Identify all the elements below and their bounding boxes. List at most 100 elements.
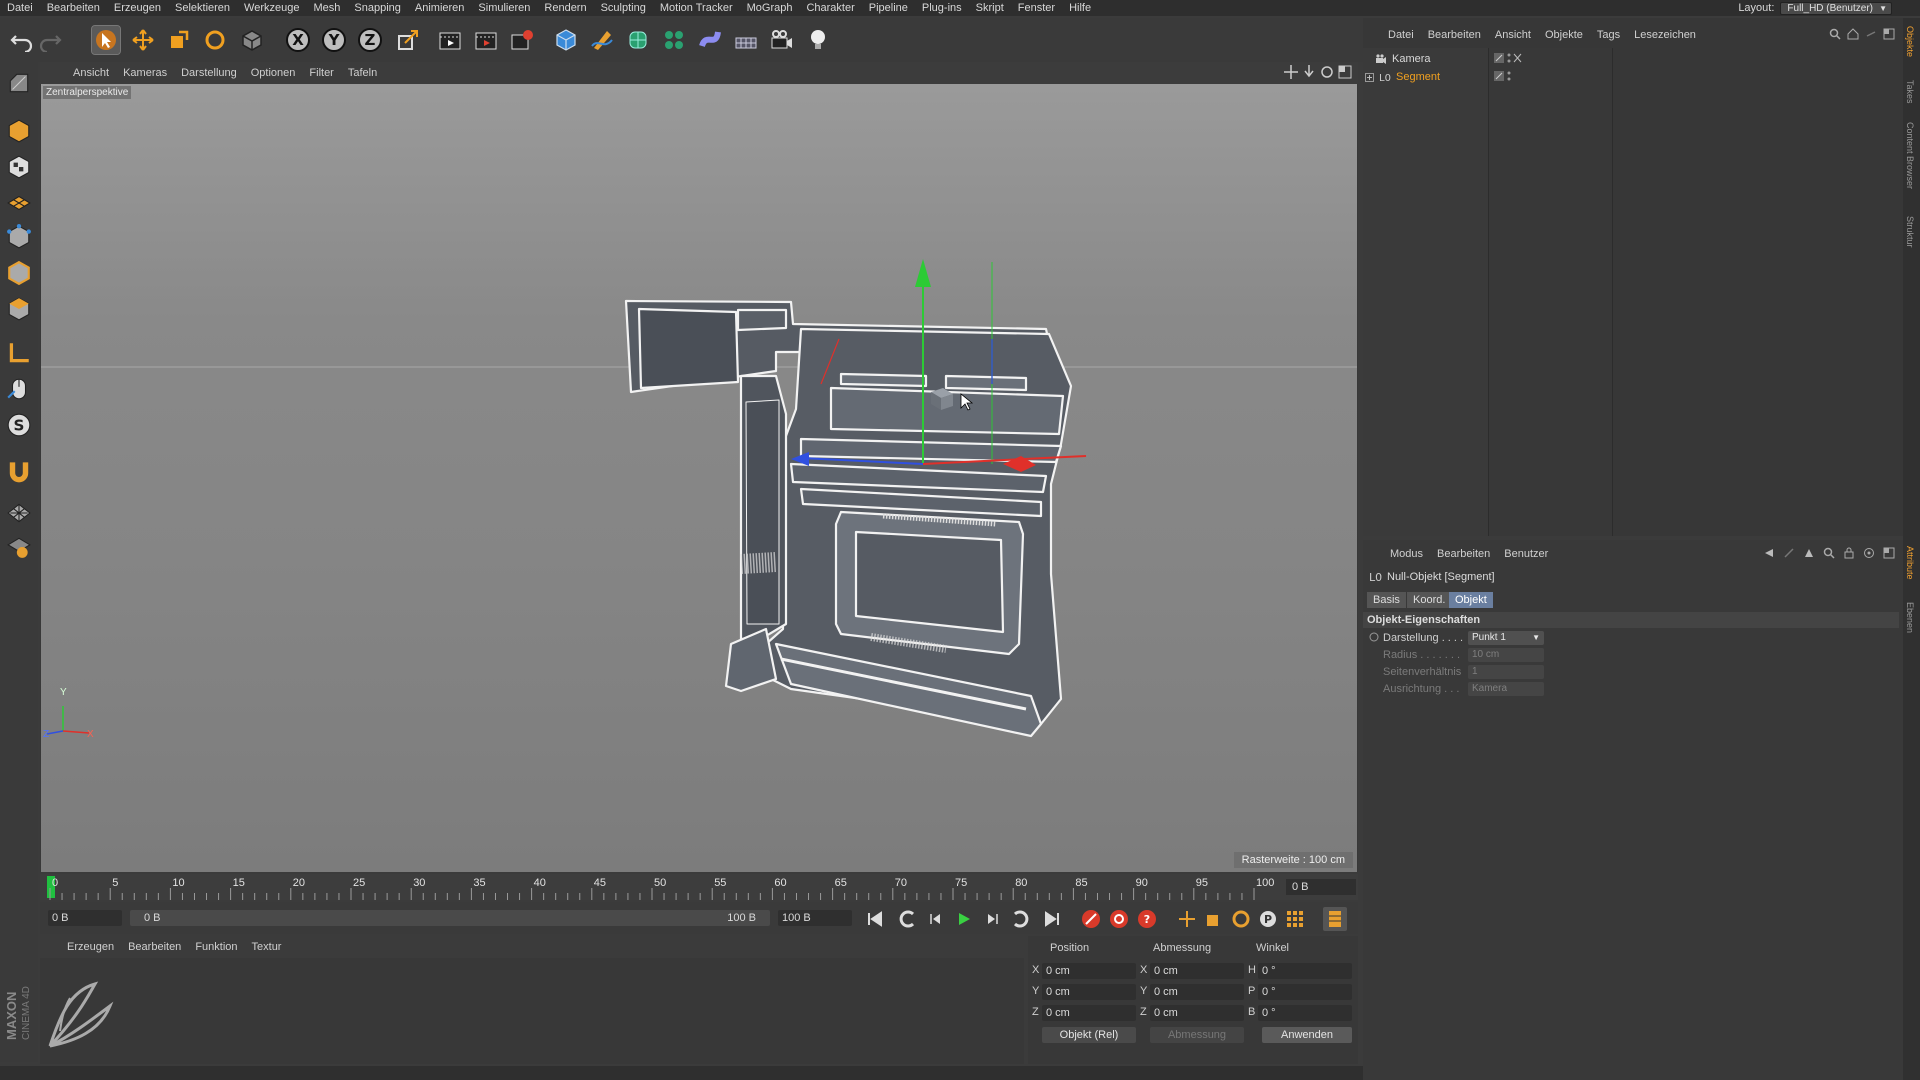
- auto-keying-icon[interactable]: [1107, 907, 1131, 931]
- keyframe-selection-icon[interactable]: ?: [1135, 907, 1159, 931]
- menu-hilfe[interactable]: Hilfe: [1062, 2, 1098, 14]
- menu-animieren[interactable]: Animieren: [408, 2, 472, 14]
- end-frame-field[interactable]: 100 B: [778, 910, 852, 926]
- menu-selektieren[interactable]: Selektieren: [168, 2, 237, 14]
- vp-menu-darstellung[interactable]: Darstellung: [174, 67, 244, 79]
- model-mode-icon[interactable]: [4, 116, 34, 146]
- back-arrow-icon[interactable]: [1763, 547, 1775, 559]
- rotate-icon[interactable]: [201, 26, 229, 54]
- forward-arrow-icon[interactable]: [1783, 547, 1795, 559]
- select-live-icon[interactable]: [91, 25, 121, 55]
- size-x-field[interactable]: 0 cm: [1150, 963, 1244, 979]
- key-position-icon[interactable]: [1175, 907, 1199, 931]
- am-menu-modus[interactable]: Modus: [1383, 548, 1430, 560]
- menu-sculpting[interactable]: Sculpting: [594, 2, 653, 14]
- up-arrow-icon[interactable]: [1803, 547, 1815, 559]
- om-new-window-icon[interactable]: [1883, 28, 1895, 40]
- layout-select[interactable]: Full_HD (Benutzer) ▼: [1780, 1, 1892, 15]
- mat-menu-textur[interactable]: Textur: [245, 941, 289, 953]
- record-keys-icon[interactable]: [1079, 907, 1103, 931]
- tab-basis[interactable]: Basis: [1367, 592, 1406, 608]
- sidetab-content-browser[interactable]: Content Browser: [1905, 122, 1915, 189]
- pen-icon[interactable]: [588, 26, 616, 54]
- sidetab-attribute[interactable]: Attribute: [1905, 546, 1915, 580]
- start-frame-field[interactable]: 0 B: [48, 910, 122, 926]
- previous-frame-icon[interactable]: [924, 907, 948, 931]
- render-view-icon[interactable]: [436, 26, 464, 54]
- current-frame-field[interactable]: 0 B: [1286, 879, 1356, 895]
- angle-p-field[interactable]: 0 °: [1258, 984, 1352, 1000]
- go-to-start-icon[interactable]: [863, 907, 887, 931]
- coord-size-select[interactable]: Abmessung: [1150, 1027, 1244, 1043]
- om-menu-bearbeiten[interactable]: Bearbeiten: [1421, 29, 1488, 41]
- om-menu-objekte[interactable]: Objekte: [1538, 29, 1590, 41]
- kamera-visibility-icon[interactable]: [1493, 52, 1523, 64]
- lock-workplane-icon[interactable]: [4, 532, 34, 562]
- angle-b-field[interactable]: 0 °: [1258, 1005, 1352, 1021]
- maximize-view-icon[interactable]: [1338, 65, 1352, 79]
- menu-skript[interactable]: Skript: [969, 2, 1011, 14]
- vp-menu-optionen[interactable]: Optionen: [244, 67, 303, 79]
- edges-mode-icon[interactable]: [4, 258, 34, 288]
- cube-icon[interactable]: [552, 26, 580, 54]
- vp-menu-tafeln[interactable]: Tafeln: [341, 67, 384, 79]
- vp-menu-filter[interactable]: Filter: [302, 67, 340, 79]
- size-z-field[interactable]: 0 cm: [1150, 1005, 1244, 1021]
- am-target-icon[interactable]: [1863, 547, 1875, 559]
- animate-darstellung-icon[interactable]: [1369, 632, 1379, 642]
- object-row-segment[interactable]: L0 Segment: [1365, 68, 1440, 86]
- subdivision-icon[interactable]: [624, 26, 652, 54]
- next-key-icon[interactable]: [1008, 907, 1032, 931]
- size-y-field[interactable]: 0 cm: [1150, 984, 1244, 1000]
- key-parameter-icon[interactable]: P: [1256, 907, 1280, 931]
- snapping-icon[interactable]: S: [4, 410, 34, 440]
- expand-icon[interactable]: [1365, 72, 1374, 82]
- go-to-end-icon[interactable]: [1040, 907, 1064, 931]
- move-icon[interactable]: [129, 26, 157, 54]
- position-x-field[interactable]: 0 cm: [1042, 963, 1136, 979]
- range-slider[interactable]: 0 B 100 B: [130, 910, 770, 926]
- om-menu-lesezeichen[interactable]: Lesezeichen: [1627, 29, 1703, 41]
- coord-mode-select[interactable]: Objekt (Rel): [1042, 1027, 1136, 1043]
- menu-charakter[interactable]: Charakter: [799, 2, 861, 14]
- menu-werkzeuge[interactable]: Werkzeuge: [237, 2, 306, 14]
- tab-koord[interactable]: Koord.: [1407, 592, 1452, 608]
- menu-mograph[interactable]: MoGraph: [740, 2, 800, 14]
- timeline[interactable]: 0 5 10 15 20 25 30 35 40 45 50 55 60 65 70 75 80 85 90 95 10…: [40, 874, 1358, 900]
- sidetab-objekte[interactable]: Objekte: [1905, 26, 1915, 57]
- apply-button[interactable]: Anwenden: [1262, 1027, 1352, 1043]
- x-axis-icon[interactable]: X: [284, 26, 312, 54]
- floor-icon[interactable]: [732, 26, 760, 54]
- prop-ausrichtung-select[interactable]: Kamera: [1468, 682, 1544, 696]
- vp-menu-kameras[interactable]: Kameras: [116, 67, 174, 79]
- pan-icon[interactable]: [1284, 65, 1298, 79]
- scale-icon[interactable]: [165, 26, 193, 54]
- mat-menu-funktion[interactable]: Funktion: [188, 941, 244, 953]
- menu-pipeline[interactable]: Pipeline: [862, 2, 915, 14]
- om-menu-tags[interactable]: Tags: [1590, 29, 1627, 41]
- make-editable-icon[interactable]: [4, 68, 34, 98]
- world-coords-icon[interactable]: [394, 26, 422, 54]
- undo-icon[interactable]: [8, 26, 36, 54]
- orbit-icon[interactable]: [1320, 65, 1334, 79]
- menu-plug-ins[interactable]: Plug-ins: [915, 2, 969, 14]
- lock-icon[interactable]: [1843, 547, 1855, 559]
- menu-mesh[interactable]: Mesh: [306, 2, 347, 14]
- vp-menu-ansicht[interactable]: Ansicht: [66, 67, 116, 79]
- render-picture-viewer-icon[interactable]: [472, 26, 500, 54]
- om-home-icon[interactable]: [1847, 28, 1859, 40]
- prop-radius-field[interactable]: 10 cm: [1468, 648, 1544, 662]
- axis-mode-icon[interactable]: [4, 338, 34, 368]
- om-chain-icon[interactable]: [1865, 28, 1877, 40]
- menu-snapping[interactable]: Snapping: [347, 2, 408, 14]
- magnet-icon[interactable]: [4, 456, 34, 486]
- sidetab-ebenen[interactable]: Ebenen: [1905, 602, 1915, 633]
- menu-fenster[interactable]: Fenster: [1011, 2, 1062, 14]
- points-mode-icon[interactable]: [4, 222, 34, 252]
- menu-simulieren[interactable]: Simulieren: [471, 2, 537, 14]
- om-menu-ansicht[interactable]: Ansicht: [1488, 29, 1538, 41]
- previous-key-icon[interactable]: [896, 907, 920, 931]
- key-rotation-icon[interactable]: [1229, 907, 1253, 931]
- mat-menu-erzeugen[interactable]: Erzeugen: [60, 941, 121, 953]
- play-icon[interactable]: [952, 907, 976, 931]
